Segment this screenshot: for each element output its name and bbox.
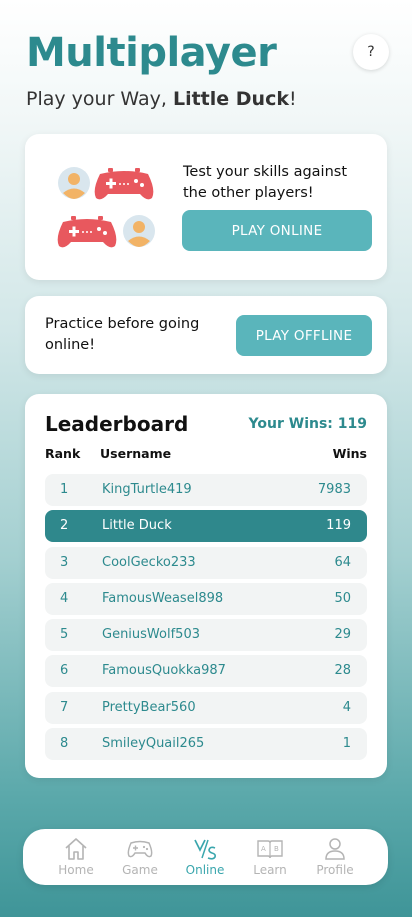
column-header-username: Username <box>100 446 172 461</box>
row-rank: 1 <box>60 482 69 497</box>
row-username: GeniusWolf503 <box>102 627 200 643</box>
nav-label: Online <box>185 863 225 877</box>
username-label: Little Duck <box>172 88 289 110</box>
nav-item-learn[interactable]: AB Learn <box>237 837 303 877</box>
nav-item-home[interactable]: Home <box>43 837 109 877</box>
svg-text:A: A <box>261 845 266 853</box>
row-wins: 4 <box>342 699 351 715</box>
nav-item-profile[interactable]: Profile <box>302 837 368 877</box>
row-wins: 119 <box>326 518 351 534</box>
leaderboard-row[interactable]: 7 PrettyBear560 4 <box>45 691 367 724</box>
nav-label: Profile <box>316 863 354 877</box>
leaderboard-row-current-user[interactable]: 2 Little Duck 119 <box>45 510 367 543</box>
leaderboard-row[interactable]: 3 CoolGecko233 64 <box>45 546 367 579</box>
row-rank: 2 <box>60 518 69 534</box>
person-icon <box>325 838 345 860</box>
leaderboard-row[interactable]: 8 SmileyQuail265 1 <box>45 728 367 761</box>
row-username: SmileyQuail265 <box>102 736 205 752</box>
row-wins: 7983 <box>317 482 351 497</box>
home-icon <box>65 838 87 860</box>
row-rank: 3 <box>60 554 69 570</box>
leaderboard-row[interactable]: 5 GeniusWolf503 29 <box>45 619 367 652</box>
leaderboard-row[interactable]: 1 KingTurtle419 7983 <box>45 474 367 506</box>
play-offline-button[interactable]: PLAY OFFLINE <box>236 315 372 356</box>
leaderboard-card: Leaderboard Your Wins: 119 Rank Username… <box>25 394 387 778</box>
your-wins-label: Your Wins: 119 <box>248 416 367 432</box>
play-online-description: Test your skills against the other playe… <box>183 164 348 201</box>
multiplayer-illustration-icon <box>57 167 155 248</box>
row-wins: 29 <box>334 627 351 643</box>
column-header-wins: Wins <box>332 446 367 461</box>
row-rank: 8 <box>60 736 69 752</box>
subtitle-suffix: ! <box>288 88 297 110</box>
play-offline-description: Practice before going online! <box>45 316 200 353</box>
help-button[interactable]: ? <box>353 34 389 70</box>
nav-label: Home <box>58 863 94 877</box>
book-icon: AB <box>257 840 283 859</box>
row-username: Little Duck <box>102 518 172 534</box>
row-rank: 7 <box>60 699 69 715</box>
nav-label: Game <box>122 863 158 877</box>
page-subtitle: Play your Way, Little Duck! <box>26 88 297 110</box>
row-username: CoolGecko233 <box>102 554 196 570</box>
row-username: FamousQuokka987 <box>102 663 226 679</box>
nav-item-online[interactable]: Online <box>172 837 238 877</box>
nav-item-game[interactable]: Game <box>107 837 173 877</box>
row-wins: 1 <box>342 736 351 752</box>
page-title: Multiplayer <box>26 30 277 76</box>
row-username: PrettyBear560 <box>102 699 196 715</box>
row-wins: 50 <box>334 590 351 606</box>
versus-icon <box>194 839 216 860</box>
leaderboard-row[interactable]: 4 FamousWeasel898 50 <box>45 582 367 615</box>
row-username: FamousWeasel898 <box>102 590 224 606</box>
row-rank: 4 <box>60 590 69 606</box>
row-wins: 28 <box>334 663 351 679</box>
row-rank: 5 <box>60 627 69 643</box>
nav-label: Learn <box>253 863 287 877</box>
bottom-nav: Home Game Online AB Learn Profile <box>23 829 388 885</box>
subtitle-prefix: Play your Way, <box>26 88 173 110</box>
svg-text:B: B <box>274 845 279 853</box>
leaderboard-title: Leaderboard <box>45 412 189 436</box>
leaderboard-row[interactable]: 6 FamousQuokka987 28 <box>45 655 367 688</box>
row-wins: 64 <box>334 554 351 570</box>
row-username: KingTurtle419 <box>102 482 192 497</box>
column-header-rank: Rank <box>45 446 81 461</box>
play-online-button[interactable]: PLAY ONLINE <box>182 210 372 251</box>
row-rank: 6 <box>60 663 69 679</box>
play-online-card: Test your skills against the other playe… <box>25 134 387 280</box>
leaderboard-list: 1 KingTurtle419 7983 2 Little Duck 119 3 Cool… <box>45 474 367 764</box>
gamepad-icon <box>127 840 153 858</box>
play-offline-card: Practice before going online! PLAY OFFLI… <box>25 296 387 374</box>
